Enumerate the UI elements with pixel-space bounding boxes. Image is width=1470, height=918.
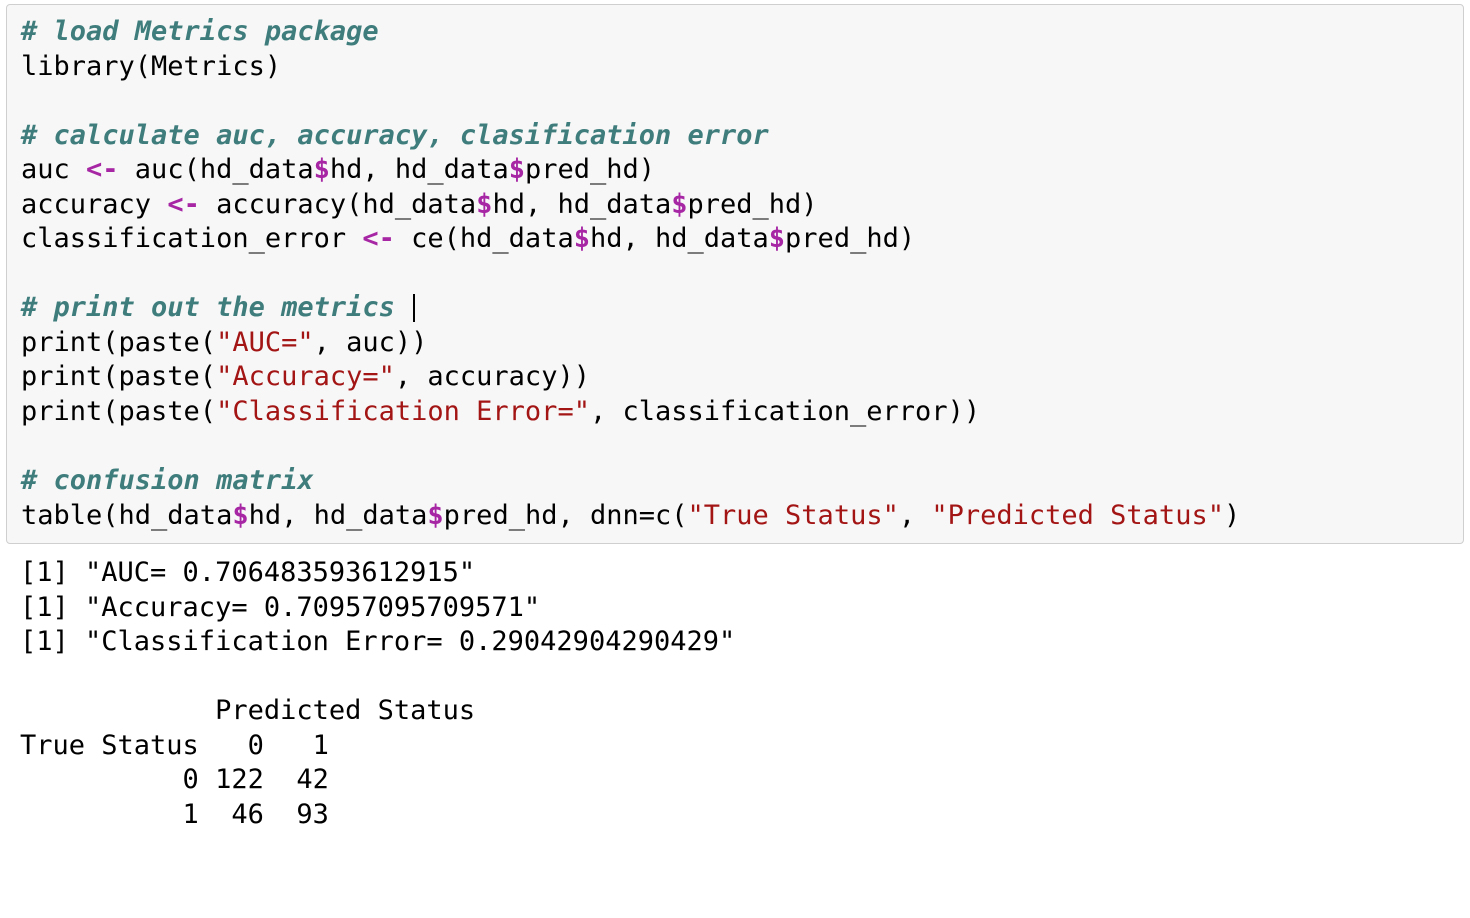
code-token: , accuracy)) — [395, 361, 590, 392]
confusion-matrix-row: 0 122 42 — [20, 764, 329, 795]
confusion-matrix-row: 1 46 93 — [20, 799, 329, 830]
dollar-op: $ — [574, 223, 590, 254]
dollar-op: $ — [232, 500, 248, 531]
comment: # print out the metrics — [21, 292, 411, 323]
notebook-cell-group: # load Metrics package library(Metrics) … — [0, 4, 1470, 843]
dollar-op: $ — [476, 189, 492, 220]
text-cursor — [413, 294, 415, 322]
confusion-matrix-cols: True Status 0 1 — [20, 730, 329, 761]
code-token: accuracy — [21, 189, 167, 220]
assign-op: <- — [86, 154, 119, 185]
code-token: print(paste( — [21, 396, 216, 427]
code-token: , auc)) — [314, 327, 428, 358]
code-token: , classification_error)) — [590, 396, 980, 427]
code-token: auc — [21, 154, 86, 185]
code-token: hd, hd_data — [249, 500, 428, 531]
code-token: , — [899, 500, 932, 531]
code-block[interactable]: # load Metrics package library(Metrics) … — [21, 15, 1449, 533]
code-token: hd, hd_data — [590, 223, 769, 254]
code-input-cell[interactable]: # load Metrics package library(Metrics) … — [6, 4, 1464, 544]
output-line: [1] "Classification Error= 0.29042904290… — [20, 626, 735, 657]
code-token: auc(hd_data — [119, 154, 314, 185]
string-literal: "True Status" — [688, 500, 899, 531]
assign-op: <- — [362, 223, 395, 254]
code-token: pred_hd) — [688, 189, 818, 220]
comment: # load Metrics package — [21, 16, 379, 47]
dollar-op: $ — [427, 500, 443, 531]
confusion-matrix-header: Predicted Status — [20, 695, 475, 726]
code-token: ) — [1224, 500, 1240, 531]
output-line: [1] "AUC= 0.706483593612915" — [20, 557, 475, 588]
output-line: [1] "Accuracy= 0.70957095709571" — [20, 592, 540, 623]
string-literal: "Classification Error=" — [216, 396, 590, 427]
output-block: [1] "AUC= 0.706483593612915" [1] "Accura… — [20, 556, 1450, 832]
dollar-op: $ — [671, 189, 687, 220]
dollar-op: $ — [769, 223, 785, 254]
code-token: pred_hd, dnn=c( — [444, 500, 688, 531]
string-literal: "Accuracy=" — [216, 361, 395, 392]
code-token: print(paste( — [21, 327, 216, 358]
code-token: print(paste( — [21, 361, 216, 392]
code-token: table(hd_data — [21, 500, 232, 531]
code-token: hd, hd_data — [492, 189, 671, 220]
comment: # confusion matrix — [21, 465, 314, 496]
code-token: classification_error — [21, 223, 362, 254]
code-line: library(Metrics) — [21, 51, 281, 82]
assign-op: <- — [167, 189, 200, 220]
code-token: pred_hd) — [785, 223, 915, 254]
code-token: pred_hd) — [525, 154, 655, 185]
string-literal: "Predicted Status" — [931, 500, 1224, 531]
dollar-op: $ — [314, 154, 330, 185]
code-output-cell: [1] "AUC= 0.706483593612915" [1] "Accura… — [6, 552, 1464, 842]
code-token: hd, hd_data — [330, 154, 509, 185]
code-token: ce(hd_data — [395, 223, 574, 254]
comment: # calculate auc, accuracy, clasification… — [21, 120, 769, 151]
string-literal: "AUC=" — [216, 327, 314, 358]
dollar-op: $ — [509, 154, 525, 185]
code-token: accuracy(hd_data — [200, 189, 476, 220]
